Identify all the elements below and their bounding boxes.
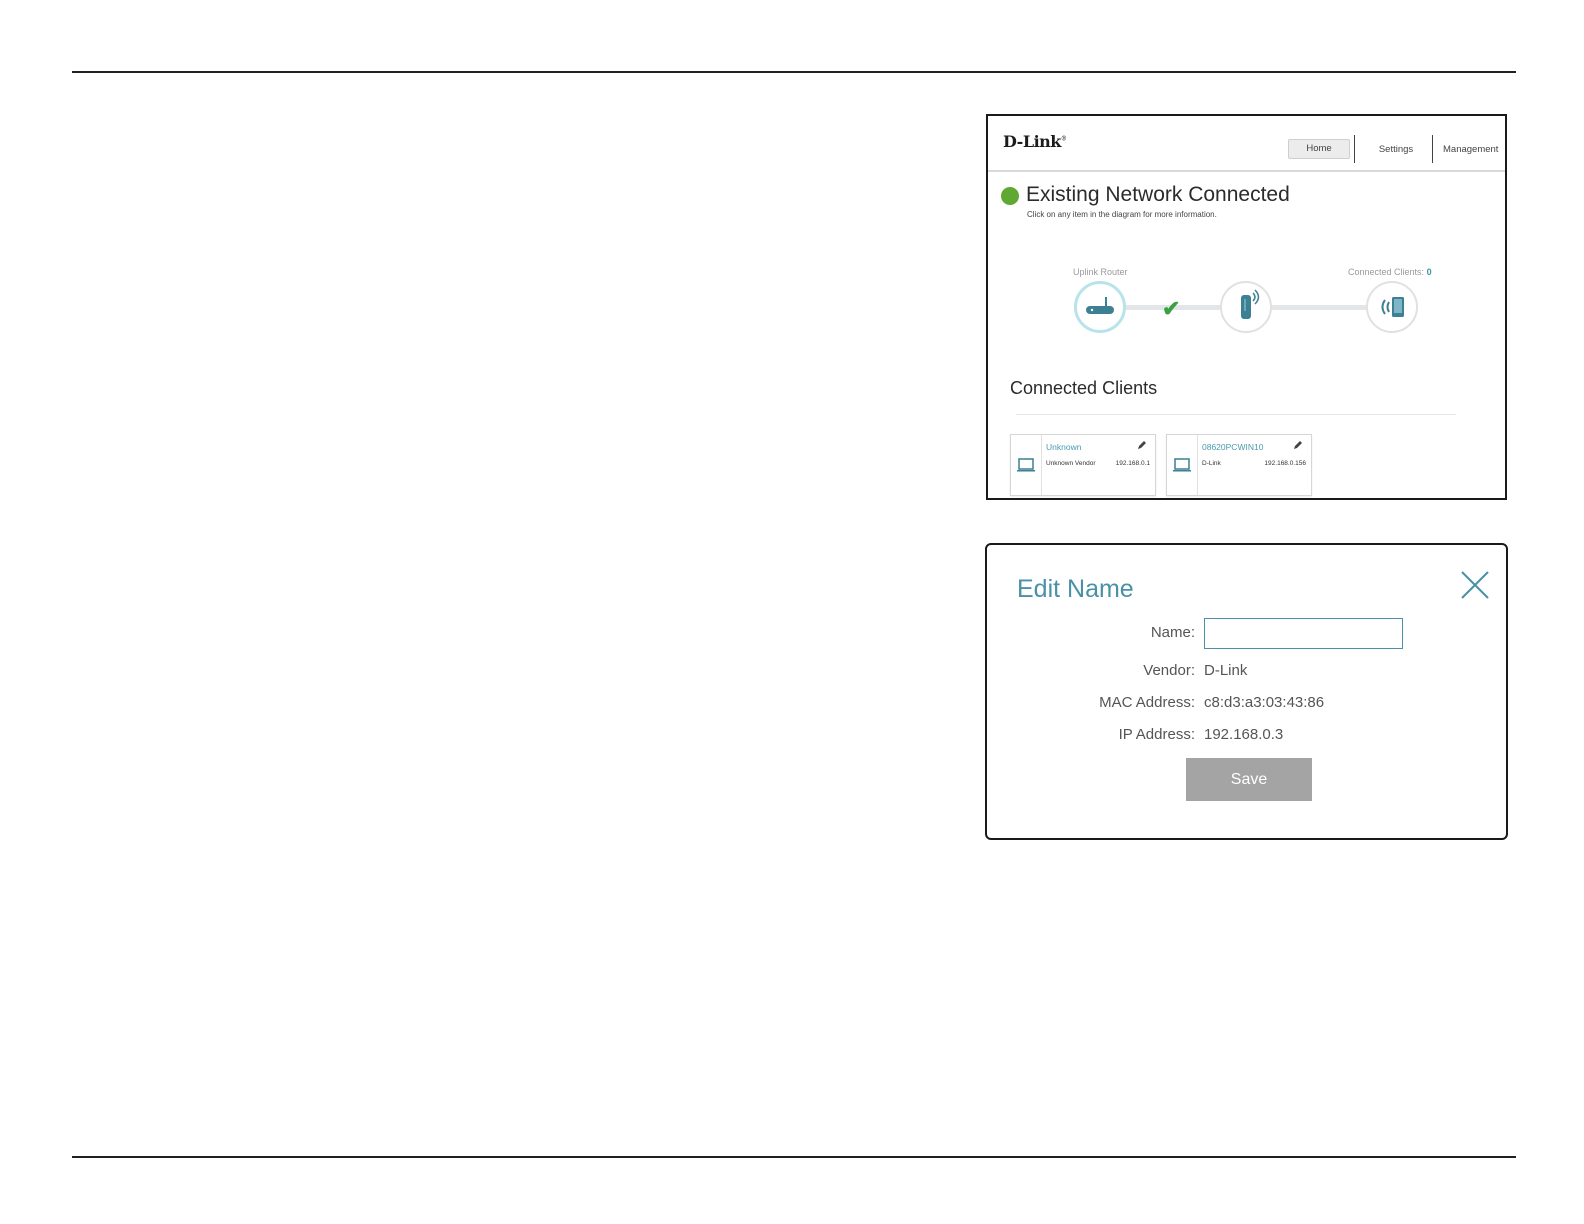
nav-separator bbox=[1354, 135, 1355, 163]
uplink-router-node[interactable] bbox=[1074, 281, 1126, 333]
name-label: Name: bbox=[1150, 624, 1195, 641]
status-indicator-icon bbox=[1001, 187, 1019, 205]
wireless-client-icon bbox=[1381, 297, 1404, 317]
extender-node[interactable] bbox=[1220, 281, 1272, 333]
laptop-icon bbox=[1017, 458, 1035, 472]
nav-settings[interactable]: Settings bbox=[1362, 144, 1430, 155]
close-icon[interactable] bbox=[1459, 569, 1491, 601]
laptop-icon bbox=[1173, 458, 1191, 472]
edit-name-dialog: Edit Name Name: Vendor: D-Link MAC Addre… bbox=[985, 543, 1508, 840]
connected-check-icon: ✔ bbox=[1162, 296, 1181, 321]
connected-clients-label: Connected Clients: 0 bbox=[1348, 267, 1432, 277]
name-input[interactable] bbox=[1204, 618, 1403, 649]
status-title: Existing Network Connected bbox=[1026, 183, 1290, 206]
client-name: 08620PCWIN10 bbox=[1202, 442, 1264, 452]
mac-address-label: MAC Address: bbox=[1099, 694, 1195, 711]
client-card[interactable]: Unknown Unknown Vendor 192.168.0.1 bbox=[1010, 434, 1156, 496]
vendor-value: D-Link bbox=[1204, 662, 1248, 679]
connected-clients-node[interactable] bbox=[1366, 281, 1418, 333]
client-vendor: Unknown Vendor bbox=[1046, 460, 1096, 467]
router-icon bbox=[1086, 297, 1114, 314]
top-rule bbox=[72, 71, 1516, 73]
connected-clients-heading: Connected Clients bbox=[1010, 378, 1158, 398]
client-icon-column bbox=[1167, 435, 1198, 495]
connected-clients-count: 0 bbox=[1426, 267, 1432, 277]
client-ip: 192.168.0.1 bbox=[1115, 460, 1150, 467]
nav-separator bbox=[1432, 135, 1433, 163]
edit-pencil-icon[interactable] bbox=[1137, 440, 1147, 450]
divider bbox=[1016, 414, 1456, 415]
client-name: Unknown bbox=[1046, 442, 1082, 452]
nav-home[interactable]: Home bbox=[1288, 139, 1350, 159]
header-bar: D-Link® Home Settings Management bbox=[988, 116, 1505, 172]
nav-management[interactable]: Management bbox=[1443, 144, 1503, 155]
client-ip: 192.168.0.156 bbox=[1264, 460, 1306, 467]
client-icon-column bbox=[1011, 435, 1042, 495]
client-vendor: D-Link bbox=[1202, 460, 1221, 467]
home-screenshot: D-Link® Home Settings Management Existin… bbox=[986, 114, 1507, 500]
dlink-logo: D-Link® bbox=[1003, 132, 1067, 151]
link-line bbox=[1272, 305, 1368, 310]
ip-address-label: IP Address: bbox=[1118, 726, 1195, 743]
client-card[interactable]: 08620PCWIN10 D-Link 192.168.0.156 bbox=[1166, 434, 1312, 496]
bottom-rule bbox=[72, 1156, 1516, 1158]
dialog-title: Edit Name bbox=[1017, 575, 1134, 603]
status-subtitle: Click on any item in the diagram for mor… bbox=[1027, 210, 1217, 219]
vendor-label: Vendor: bbox=[1143, 662, 1195, 679]
mac-address-value: c8:d3:a3:03:43:86 bbox=[1204, 694, 1325, 711]
uplink-router-label: Uplink Router bbox=[1073, 267, 1128, 277]
ip-address-value: 192.168.0.3 bbox=[1204, 726, 1284, 743]
edit-pencil-icon[interactable] bbox=[1293, 440, 1303, 450]
save-button[interactable]: Save bbox=[1186, 758, 1312, 801]
extender-icon bbox=[1241, 289, 1260, 319]
